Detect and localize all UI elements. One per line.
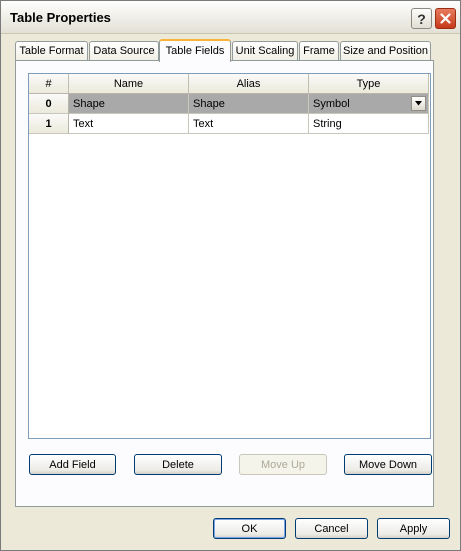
- field-type-value: Symbol: [313, 97, 350, 110]
- cancel-button[interactable]: Cancel: [295, 518, 368, 539]
- tab-unit-scaling[interactable]: Unit Scaling: [232, 41, 298, 60]
- tab-table-fields[interactable]: Table Fields: [159, 39, 231, 62]
- table-properties-dialog: Table Properties ? Table Format Data Sou…: [0, 0, 461, 551]
- field-name-cell[interactable]: Shape: [69, 94, 189, 114]
- field-name-cell[interactable]: Text: [69, 114, 189, 134]
- chevron-down-icon: [415, 101, 422, 106]
- field-type-cell[interactable]: String: [309, 114, 429, 134]
- window-title: Table Properties: [10, 10, 111, 25]
- field-type-dropdown[interactable]: Symbol: [309, 94, 429, 114]
- tab-size-and-position[interactable]: Size and Position: [340, 41, 431, 60]
- close-icon: [440, 13, 451, 24]
- column-header-alias[interactable]: Alias: [189, 74, 309, 94]
- title-bar[interactable]: Table Properties ?: [1, 1, 460, 34]
- table-row[interactable]: 1 Text Text String: [29, 114, 429, 134]
- help-button[interactable]: ?: [411, 8, 432, 29]
- tab-table-format[interactable]: Table Format: [15, 41, 88, 60]
- dropdown-arrow-button[interactable]: [411, 96, 426, 111]
- help-icon: ?: [417, 10, 426, 27]
- delete-button[interactable]: Delete: [134, 454, 222, 475]
- apply-button[interactable]: Apply: [377, 518, 450, 539]
- close-button[interactable]: [435, 8, 456, 29]
- table-fields-panel: # Name Alias Type 0 Shape Shape Symbol 1…: [15, 60, 434, 507]
- ok-button[interactable]: OK: [213, 518, 286, 539]
- tab-data-source[interactable]: Data Source: [89, 41, 159, 60]
- fields-grid[interactable]: # Name Alias Type 0 Shape Shape Symbol 1…: [28, 73, 431, 439]
- field-alias-cell[interactable]: Text: [189, 114, 309, 134]
- column-header-name[interactable]: Name: [69, 74, 189, 94]
- column-header-type[interactable]: Type: [309, 74, 429, 94]
- table-row[interactable]: 0 Shape Shape Symbol: [29, 94, 429, 114]
- field-alias-cell[interactable]: Shape: [189, 94, 309, 114]
- row-index[interactable]: 1: [29, 114, 69, 134]
- row-index[interactable]: 0: [29, 94, 69, 114]
- move-up-button[interactable]: Move Up: [239, 454, 327, 475]
- tab-frame[interactable]: Frame: [299, 41, 339, 60]
- column-header-number[interactable]: #: [29, 74, 69, 94]
- move-down-button[interactable]: Move Down: [344, 454, 432, 475]
- add-field-button[interactable]: Add Field: [29, 454, 116, 475]
- grid-header: # Name Alias Type: [29, 74, 429, 94]
